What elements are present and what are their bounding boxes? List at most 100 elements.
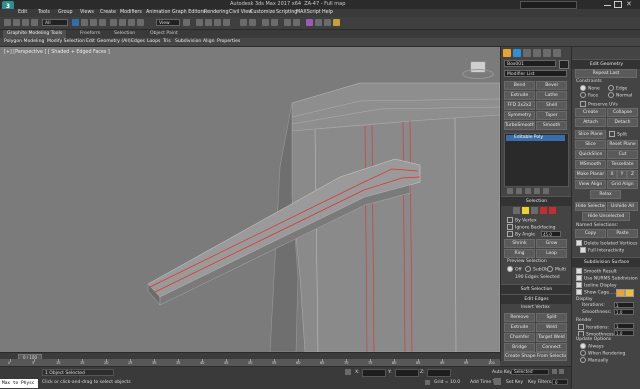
bridge-button[interactable]: Bridge — [504, 343, 535, 352]
snap-toggle-icon[interactable] — [196, 19, 203, 26]
modifier-button-shell[interactable]: Shell — [536, 101, 567, 110]
make-unique-icon[interactable] — [525, 188, 531, 194]
modifier-button-bend[interactable]: Bend — [504, 81, 535, 90]
delete-isolated-checkbox[interactable]: Delete Isolated Vertices — [576, 240, 637, 247]
constraint-edge-radio[interactable]: Edge — [608, 85, 627, 92]
subtab-loops[interactable]: Loops — [147, 39, 160, 44]
curve-editor-icon[interactable] — [284, 19, 291, 26]
isoline-display-checkbox[interactable]: Isoline Display — [576, 282, 617, 289]
material-editor-icon[interactable] — [306, 19, 313, 26]
display-tab-icon[interactable] — [543, 49, 551, 57]
spinner-snap-icon[interactable] — [223, 19, 230, 26]
scale-icon[interactable] — [128, 19, 135, 26]
relax-button[interactable]: Relax — [590, 190, 621, 199]
window-crossing-icon[interactable] — [99, 19, 106, 26]
unhide-all-button[interactable]: Unhide All — [607, 202, 638, 211]
pin-stack-icon[interactable] — [507, 188, 513, 194]
preview-off-radio[interactable]: Off — [507, 266, 522, 273]
connect-button[interactable]: Connect — [536, 343, 567, 352]
subtab-tris[interactable]: Tris — [163, 39, 171, 44]
viewport-perspective[interactable]: [+] [Perspective ] [ Shaded + Edged Face… — [0, 47, 500, 352]
unlink-icon[interactable] — [31, 19, 38, 26]
minimize-button[interactable] — [604, 5, 611, 6]
subtab-properties[interactable]: Properties — [217, 39, 240, 44]
menu-item[interactable]: Rendering — [204, 10, 229, 15]
modifier-button-smooth[interactable]: Smooth — [536, 121, 567, 130]
modifier-button-bevel[interactable]: Bevel — [536, 81, 567, 90]
subtab-polygon-modeling[interactable]: Polygon Modeling — [4, 39, 44, 44]
key-mode-dropdown[interactable]: Selected — [511, 369, 549, 375]
element-mode-icon[interactable] — [549, 207, 556, 214]
auto-key-button[interactable]: Auto Key — [492, 370, 512, 375]
preview-subobj-radio[interactable]: SubObj — [525, 266, 549, 273]
object-color-swatch[interactable] — [559, 60, 569, 69]
detach-button[interactable]: Detach — [607, 118, 638, 127]
always-radio[interactable]: Always — [580, 343, 604, 350]
subdivision-surface-rollout-header[interactable]: Subdivision Surface — [572, 257, 640, 267]
modifier-list-dropdown[interactable]: Modifier List — [504, 70, 567, 77]
subtab-edit[interactable]: Edit — [86, 39, 95, 44]
stack-item-editable-poly[interactable]: Editable Poly — [506, 135, 565, 141]
modify-tab-icon[interactable] — [513, 49, 521, 57]
split-checkbox[interactable]: Split — [609, 131, 627, 138]
subtab-align[interactable]: Align — [203, 39, 215, 44]
selection-rollout-header[interactable]: Selection — [501, 196, 572, 206]
place-icon[interactable] — [137, 19, 144, 26]
search-box[interactable] — [520, 1, 577, 9]
grow-button[interactable]: Grow — [536, 239, 567, 248]
redo-icon[interactable] — [13, 19, 20, 26]
menu-item[interactable]: Views — [80, 10, 94, 15]
remove-modifier-icon[interactable] — [534, 188, 540, 194]
move-icon[interactable] — [110, 19, 117, 26]
menu-item[interactable]: Customize — [250, 10, 275, 15]
edit-edges-rollout-header[interactable]: Edit Edges — [501, 294, 572, 304]
hierarchy-tab-icon[interactable] — [523, 49, 531, 57]
viewcube-ring-icon[interactable] — [462, 69, 494, 79]
soft-selection-rollout-header[interactable]: Soft Selection — [501, 284, 572, 294]
render-frame-icon[interactable] — [324, 19, 331, 26]
when-rendering-radio[interactable]: When Rendering — [580, 350, 625, 357]
insert-vertex-button[interactable]: Insert Vertex — [521, 305, 550, 310]
by-vertex-checkbox[interactable]: By Vertex — [507, 217, 537, 224]
collapse-button[interactable]: Collapse — [607, 108, 638, 117]
lock-selection-icon[interactable] — [345, 369, 351, 375]
rotate-icon[interactable] — [119, 19, 126, 26]
menu-item[interactable]: Edit — [18, 10, 27, 15]
mirror-icon[interactable] — [240, 19, 247, 26]
display-iterations-spinner[interactable]: 1 — [614, 302, 634, 308]
grid-align-button[interactable]: Grid Align — [607, 180, 638, 189]
target-weld-button[interactable]: Target Weld — [536, 333, 567, 342]
configure-sets-icon[interactable] — [543, 188, 549, 194]
edge-mode-icon[interactable] — [522, 207, 529, 214]
quickslice-button[interactable]: QuickSlice — [575, 150, 606, 159]
motion-tab-icon[interactable] — [533, 49, 541, 57]
planar-y-button[interactable]: Y — [617, 170, 627, 179]
constraint-face-radio[interactable]: Face — [580, 92, 598, 99]
undo-icon[interactable] — [4, 19, 11, 26]
subtab-modify-selection[interactable]: Modify Selection — [47, 39, 85, 44]
maxscript-listener[interactable]: Max to Physc — [0, 379, 38, 388]
set-key-button[interactable]: Set Key — [506, 380, 523, 385]
subtab-edges[interactable]: Edges — [131, 39, 145, 44]
full-interactivity-checkbox[interactable]: Full Interactivity — [580, 247, 624, 254]
copy-button[interactable]: Copy — [575, 229, 606, 238]
create-tab-icon[interactable] — [503, 49, 511, 57]
split-button[interactable]: Split — [536, 313, 567, 322]
chamfer-button[interactable]: Chamfer — [504, 333, 535, 342]
angle-snap-icon[interactable] — [205, 19, 212, 26]
tab-graphite-modeling[interactable]: Graphite Modeling Tools — [3, 30, 67, 38]
modifier-button-taper[interactable]: Taper — [536, 111, 567, 120]
menu-item[interactable]: Tools — [38, 10, 50, 15]
slice-button[interactable]: Slice — [575, 140, 606, 149]
modifier-button-symmetry[interactable]: Symmetry — [504, 111, 535, 120]
show-cage-checkbox[interactable]: Show Cage...... — [576, 289, 618, 296]
modifier-button-extrude[interactable]: Extrude — [504, 91, 535, 100]
set-key-icon[interactable] — [494, 378, 501, 385]
create-shape-button[interactable]: Create Shape From Selection — [504, 352, 567, 361]
menu-item[interactable]: Group — [58, 10, 73, 15]
preserve-uvs-checkbox[interactable]: Preserve UVs — [580, 101, 618, 108]
menu-item[interactable]: Create — [100, 10, 116, 15]
tab-object-paint[interactable]: Object Paint — [150, 30, 178, 38]
weld-button[interactable]: Weld — [536, 323, 567, 332]
modifier-stack[interactable]: Editable Poly — [504, 133, 569, 187]
